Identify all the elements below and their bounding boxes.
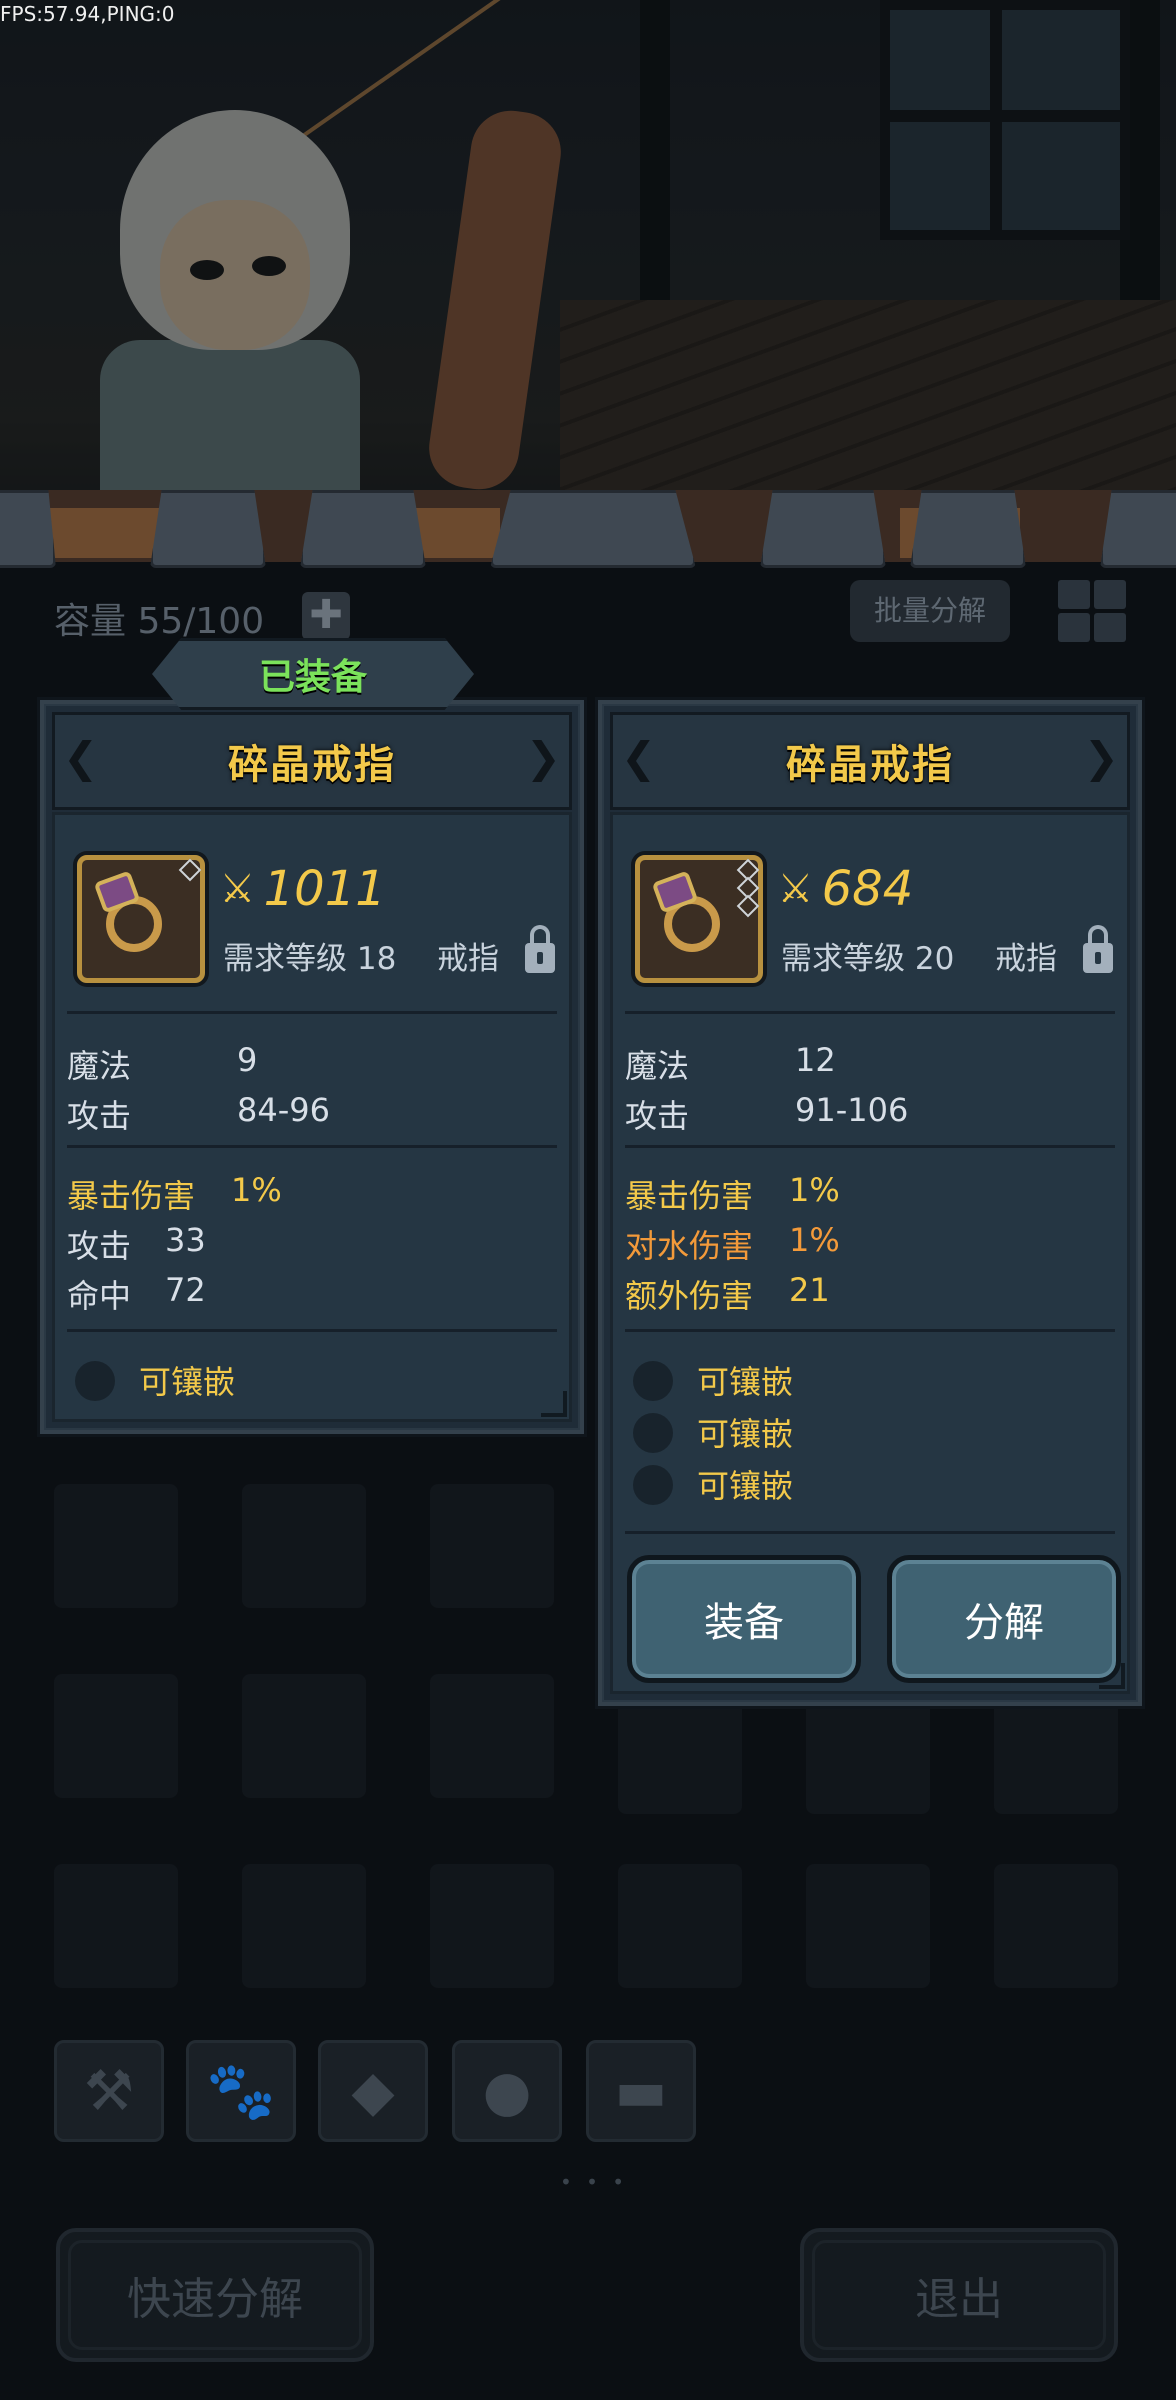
chest-icon[interactable]: ▬ [586, 2040, 696, 2142]
lock-icon[interactable] [525, 925, 555, 975]
capacity-label: 容量 55/100 [54, 601, 265, 642]
fps-readout: FPS:57.94,PING:0 [0, 2, 175, 26]
extra-stat-label: 暴击伤害 [67, 1177, 196, 1215]
item-name: 碎晶戒指 [786, 742, 954, 788]
ring-icon [77, 855, 205, 983]
card-body: ⚔ 684 需求等级 20 戒指 魔法 12 攻击 91-106 暴击伤害 1%… [610, 812, 1130, 1694]
inventory-slot[interactable] [806, 1690, 930, 1814]
inventory-slot[interactable] [242, 1484, 366, 1608]
score-value: 684 [821, 861, 914, 917]
equip-button[interactable]: 装备 [627, 1555, 861, 1683]
required-level: 需求等级 18 [223, 941, 397, 977]
stat-label: 魔法 [67, 1047, 132, 1085]
character-scene [0, 0, 1176, 560]
exit-label: 退出 [915, 2274, 1003, 2325]
card-body: ⚔ 1011 需求等级 18 戒指 魔法 9 攻击 84-96 暴击伤害 1% … [52, 812, 572, 1422]
socket-label: 可镶嵌 [697, 1415, 794, 1453]
inventory-slot[interactable] [430, 1484, 554, 1608]
socket-label: 可镶嵌 [697, 1363, 794, 1401]
lock-icon[interactable] [1083, 925, 1113, 975]
weapon-icon[interactable]: ⚒ [54, 2040, 164, 2142]
item-type: 戒指 [437, 941, 499, 977]
card-header: 碎晶戒指 [610, 712, 1130, 810]
extra-stat-label: 对水伤害 [625, 1227, 754, 1265]
ring-icon [635, 855, 763, 983]
power-icon: ⚔ [223, 866, 252, 912]
extra-stat-value: 1% [231, 1171, 282, 1209]
stat-label: 攻击 [625, 1097, 690, 1135]
extra-stat-label: 暴击伤害 [625, 1177, 754, 1215]
extra-stat-value: 21 [789, 1271, 830, 1309]
paw-icon[interactable]: 🐾 [186, 2040, 296, 2142]
inventory-slot[interactable] [994, 1864, 1118, 1988]
exit-button[interactable]: 退出 [800, 2228, 1118, 2362]
stat-value: 84-96 [237, 1091, 330, 1129]
equipped-tag-label: 已装备 [258, 657, 367, 698]
extra-stat-value: 33 [165, 1221, 206, 1259]
score-value: 1011 [263, 861, 386, 917]
item-score: ⚔ 1011 [223, 861, 386, 917]
extra-stat-value: 72 [165, 1271, 206, 1309]
material-icon[interactable]: ● [452, 2040, 562, 2142]
equipped-tag: 已装备 [151, 638, 475, 710]
quick-salvage-label: 快速分解 [127, 2274, 303, 2325]
extra-stat-label: 额外伤害 [625, 1277, 754, 1315]
empty-socket-icon [633, 1465, 673, 1505]
quick-salvage-button[interactable]: 快速分解 [56, 2228, 374, 2362]
inventory-slot[interactable] [618, 1864, 742, 1988]
selected-item-card: 碎晶戒指 ⚔ 684 需求等级 20 戒指 魔法 12 攻击 91-106 暴击… [598, 700, 1142, 1706]
inventory-slot[interactable] [618, 1690, 742, 1814]
socket-label: 可镶嵌 [139, 1363, 236, 1401]
inventory-slot[interactable] [994, 1690, 1118, 1814]
inventory-slot[interactable] [806, 1864, 930, 1988]
extra-stat-label: 命中 [67, 1277, 132, 1315]
power-icon: ⚔ [781, 866, 810, 912]
required-level: 需求等级 20 [781, 941, 955, 977]
inventory-slot[interactable] [54, 1674, 178, 1798]
extra-stat-value: 1% [789, 1221, 840, 1259]
stat-value: 91-106 [795, 1091, 909, 1129]
empty-socket-icon [633, 1361, 673, 1401]
batch-salvage-button[interactable]: 批量分解 [850, 580, 1010, 642]
card-header: 碎晶戒指 [52, 712, 572, 810]
extra-stat-label: 攻击 [67, 1227, 132, 1265]
inventory-slot[interactable] [430, 1864, 554, 1988]
inventory-slot[interactable] [54, 1864, 178, 1988]
grid-view-icon[interactable] [1058, 580, 1126, 642]
inventory-slot[interactable] [242, 1864, 366, 1988]
inventory-slot[interactable] [242, 1674, 366, 1798]
equip-label: 装备 [704, 1600, 784, 1646]
salvage-button[interactable]: 分解 [887, 1555, 1121, 1683]
stat-label: 攻击 [67, 1097, 132, 1135]
gem-icon[interactable]: ◆ [318, 2040, 428, 2142]
salvage-label: 分解 [964, 1600, 1044, 1646]
item-name: 碎晶戒指 [228, 742, 396, 788]
item-type: 戒指 [995, 941, 1057, 977]
stat-value: 9 [237, 1041, 258, 1079]
stat-value: 12 [795, 1041, 836, 1079]
page-indicator: • • • [560, 2170, 629, 2194]
equipped-item-card: 碎晶戒指 ⚔ 1011 需求等级 18 戒指 魔法 9 攻击 84-96 暴击伤… [40, 700, 584, 1434]
item-score: ⚔ 684 [781, 861, 913, 917]
extra-stat-value: 1% [789, 1171, 840, 1209]
inventory-slot[interactable] [430, 1674, 554, 1798]
inventory-slot[interactable] [54, 1484, 178, 1608]
socket-label: 可镶嵌 [697, 1467, 794, 1505]
expand-capacity-button[interactable]: ✚ [302, 592, 350, 640]
empty-socket-icon [75, 1361, 115, 1401]
empty-socket-icon [633, 1413, 673, 1453]
stat-label: 魔法 [625, 1047, 690, 1085]
